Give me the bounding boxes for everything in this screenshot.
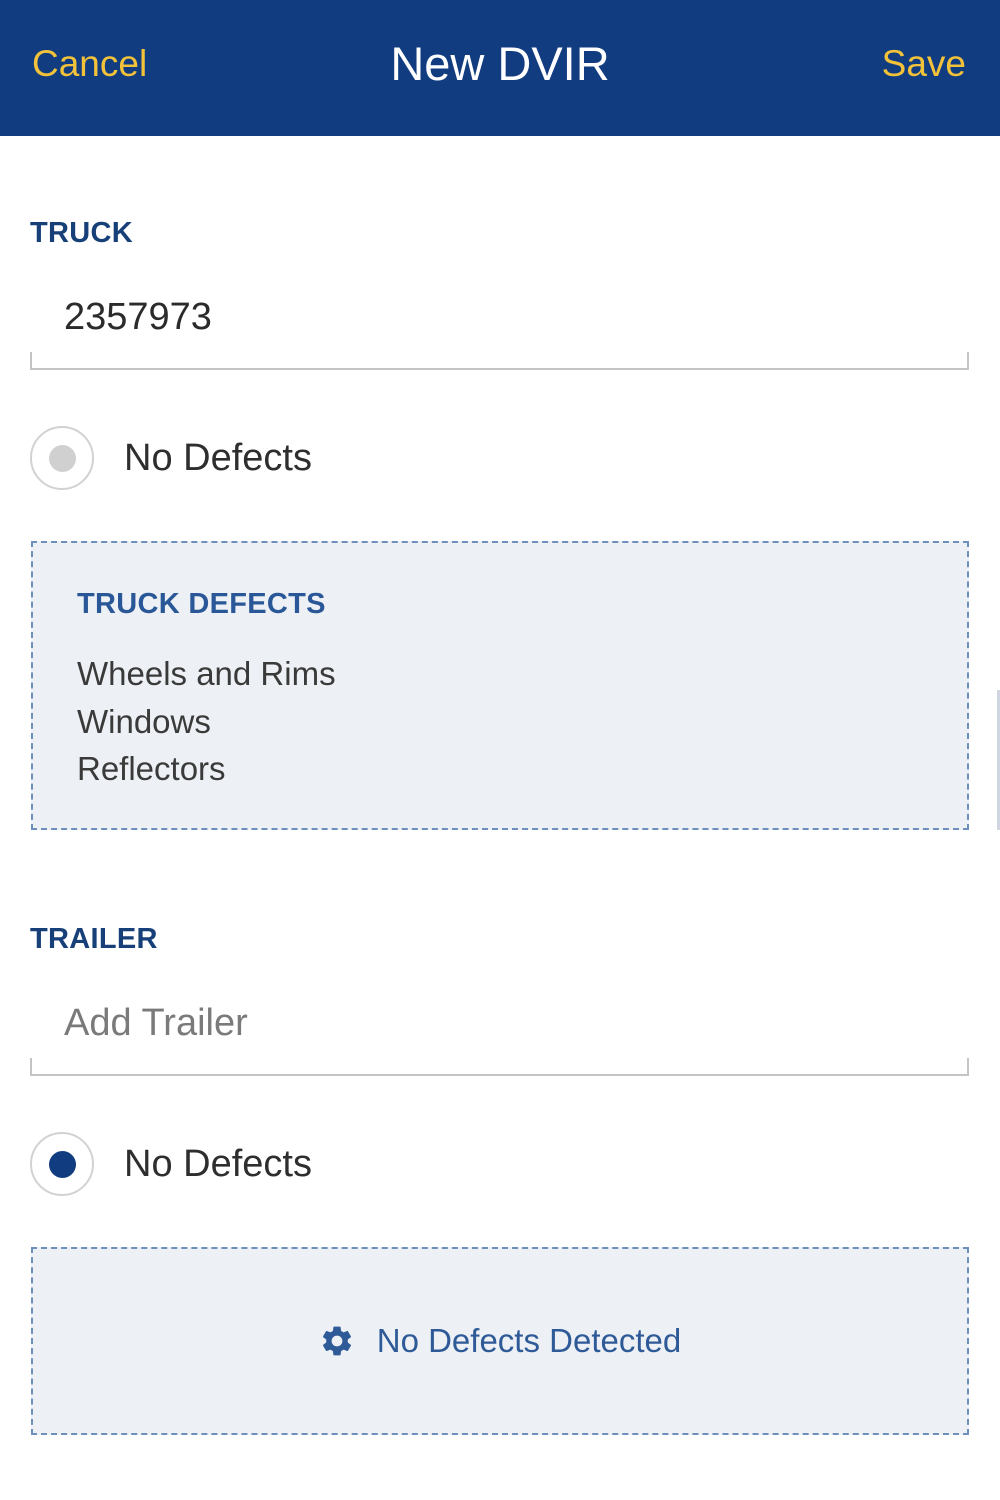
truck-defects-panel[interactable]: TRUCK DEFECTS Wheels and Rims Windows Re…	[31, 541, 969, 830]
trailer-no-defects-radio[interactable]	[30, 1132, 94, 1196]
radio-dot-selected	[49, 1151, 76, 1178]
truck-field-underline	[30, 352, 969, 370]
trailer-no-defects-option[interactable]: No Defects	[30, 1132, 430, 1200]
save-button[interactable]: Save	[882, 42, 966, 86]
add-trailer-input[interactable]: Add Trailer	[64, 1000, 924, 1046]
truck-no-defects-radio[interactable]	[30, 426, 94, 490]
truck-section-label: TRUCK	[30, 217, 133, 249]
truck-no-defects-label: No Defects	[124, 437, 312, 479]
truck-number-value[interactable]: 2357973	[64, 294, 924, 340]
truck-no-defects-option[interactable]: No Defects	[30, 426, 430, 494]
list-item: Wheels and Rims	[77, 655, 336, 692]
truck-defects-title: TRUCK DEFECTS	[77, 588, 326, 620]
page-title: New DVIR	[390, 37, 610, 90]
gear-icon	[322, 1326, 351, 1356]
truck-field[interactable]: 2357973	[30, 280, 969, 370]
list-item: Reflectors	[77, 750, 226, 787]
trailer-no-defects-label: No Defects	[124, 1143, 312, 1185]
no-defects-detected-text: No Defects Detected	[376, 1322, 682, 1359]
radio-dot-unselected	[49, 445, 76, 472]
trailer-field[interactable]: Add Trailer	[30, 986, 969, 1076]
top-bar: Cancel New DVIR Save	[0, 0, 1000, 136]
no-defects-empty-state: No Defects Detected	[33, 1319, 967, 1363]
trailer-defects-panel: No Defects Detected	[31, 1247, 969, 1435]
trailer-section-label: TRAILER	[30, 923, 158, 955]
trailer-field-underline	[30, 1058, 969, 1076]
list-item: Windows	[77, 702, 211, 740]
truck-defects-list: Wheels and Rims Windows Reflectors	[77, 650, 336, 793]
